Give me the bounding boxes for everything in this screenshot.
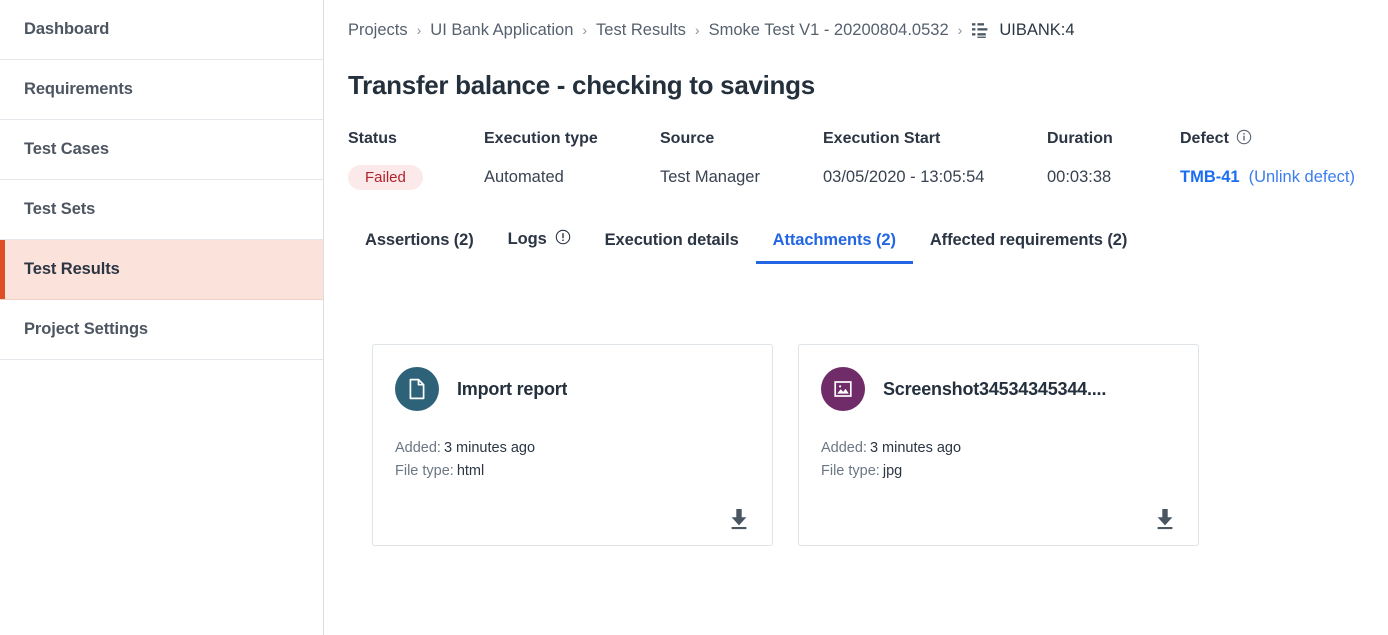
breadcrumb-item-ui-bank-application[interactable]: UI Bank Application: [430, 21, 573, 40]
meta-duration: Duration 00:03:38: [1047, 129, 1180, 190]
detail-tabs: Assertions (2) Logs Execution details At…: [348, 224, 1388, 265]
tab-label: Attachments (2): [772, 231, 896, 250]
breadcrumb-separator: ›: [957, 22, 963, 38]
sidebar-item-test-cases[interactable]: Test Cases: [0, 120, 323, 180]
sidebar-item-test-sets[interactable]: Test Sets: [0, 180, 323, 240]
defect-link[interactable]: TMB-41: [1180, 168, 1240, 187]
tab-label: Affected requirements (2): [929, 231, 1128, 250]
download-icon[interactable]: [1154, 507, 1176, 531]
download-icon[interactable]: [728, 507, 750, 531]
meta-defect-label-text: Defect: [1180, 130, 1229, 148]
sidebar-item-label: Test Sets: [24, 200, 96, 218]
tab-label: Logs: [507, 230, 547, 249]
attachment-added-row: Added: 3 minutes ago: [395, 437, 750, 459]
attachment-filetype-row: File type: html: [395, 460, 750, 482]
attachment-card[interactable]: Screenshot34534345344.... Added: 3 minute…: [798, 344, 1199, 547]
meta-execution-type: Execution type Automated: [484, 129, 660, 190]
meta-defect-label: Defect: [1180, 129, 1355, 149]
breadcrumb: Projects › UI Bank Application › Test Re…: [348, 0, 1388, 56]
sidebar-empty-area: [0, 360, 323, 635]
main-content: Projects › UI Bank Application › Test Re…: [324, 0, 1388, 635]
meta-source: Source Test Manager: [660, 129, 823, 190]
breadcrumb-item-test-results[interactable]: Test Results: [596, 21, 686, 40]
breadcrumb-separator: ›: [582, 22, 588, 38]
attachment-meta: Added: 3 minutes ago File type: html: [395, 437, 750, 482]
meta-execution-type-label: Execution type: [484, 130, 598, 148]
attachment-meta: Added: 3 minutes ago File type: jpg: [821, 437, 1176, 482]
attachment-filetype-value: html: [456, 462, 485, 479]
breadcrumb-item-uibank-4[interactable]: UIBANK:4: [999, 21, 1074, 40]
attachment-title: Screenshot34534345344....: [883, 378, 1107, 399]
meta-status-label: Status: [348, 130, 397, 148]
tab-assertions[interactable]: Assertions (2): [348, 231, 491, 264]
sidebar-item-label: Project Settings: [24, 320, 149, 338]
attachment-filetype-value: jpg: [882, 462, 903, 479]
sidebar-item-label: Requirements: [24, 80, 133, 98]
meta-duration-value: 00:03:38: [1047, 167, 1112, 186]
tab-label: Execution details: [604, 231, 739, 250]
breadcrumb-item-smoke-test[interactable]: Smoke Test V1 - 20200804.0532: [709, 21, 949, 40]
meta-execution-start-value: 03/05/2020 - 13:05:54: [823, 167, 985, 186]
app-root: Dashboard Requirements Test Cases Test S…: [0, 0, 1388, 635]
execution-meta: Status Failed Execution type Automated S…: [348, 129, 1388, 190]
sidebar-item-requirements[interactable]: Requirements: [0, 60, 323, 120]
image-icon: [821, 367, 865, 412]
status-badge: Failed: [348, 164, 423, 190]
attachment-filetype-label: File type:: [395, 462, 454, 479]
sidebar-item-label: Test Cases: [24, 140, 109, 158]
attachment-added-row: Added: 3 minutes ago: [821, 437, 1176, 459]
info-circle-icon[interactable]: [1236, 129, 1252, 150]
meta-defect: Defect TMB-41 (Unlink defect): [1180, 129, 1355, 190]
tab-execution-details[interactable]: Execution details: [588, 231, 756, 264]
meta-duration-label: Duration: [1047, 130, 1113, 148]
unlink-defect-button[interactable]: (Unlink defect): [1249, 168, 1355, 187]
attachments-list: Import report Added: 3 minutes ago File t…: [348, 344, 1388, 547]
sidebar-item-project-settings[interactable]: Project Settings: [0, 300, 323, 360]
attachment-added-value: 3 minutes ago: [869, 440, 962, 457]
breadcrumb-item-projects[interactable]: Projects: [348, 21, 408, 40]
attachment-added-value: 3 minutes ago: [443, 440, 536, 457]
attachment-card[interactable]: Import report Added: 3 minutes ago File t…: [372, 344, 773, 547]
sidebar-item-test-results[interactable]: Test Results: [0, 240, 323, 300]
document-icon: [395, 367, 439, 412]
sidebar: Dashboard Requirements Test Cases Test S…: [0, 0, 324, 635]
tab-label: Assertions (2): [365, 231, 474, 250]
attachment-added-label: Added:: [395, 440, 441, 457]
meta-execution-start-label: Execution Start: [823, 130, 941, 148]
test-case-list-icon: [971, 21, 990, 40]
meta-execution-type-value: Automated: [484, 167, 564, 186]
meta-source-value: Test Manager: [660, 167, 760, 186]
attachment-filetype-label: File type:: [821, 462, 880, 479]
attachment-added-label: Added:: [821, 440, 867, 457]
sidebar-item-label: Test Results: [24, 260, 120, 278]
attachment-filetype-row: File type: jpg: [821, 460, 1176, 482]
breadcrumb-separator: ›: [416, 22, 422, 38]
page-title: Transfer balance - checking to savings: [348, 70, 815, 100]
sidebar-item-dashboard[interactable]: Dashboard: [0, 0, 323, 60]
breadcrumb-separator: ›: [694, 22, 700, 38]
tab-logs[interactable]: Logs: [491, 229, 588, 264]
meta-status: Status Failed: [348, 129, 484, 190]
meta-execution-start: Execution Start 03/05/2020 - 13:05:54: [823, 129, 1047, 190]
meta-source-label: Source: [660, 130, 715, 148]
tab-attachments[interactable]: Attachments (2): [755, 231, 913, 265]
attachment-title: Import report: [457, 378, 568, 399]
sidebar-item-label: Dashboard: [24, 20, 110, 38]
tab-affected-requirements[interactable]: Affected requirements (2): [913, 231, 1144, 264]
warning-circle-icon: [555, 229, 571, 250]
